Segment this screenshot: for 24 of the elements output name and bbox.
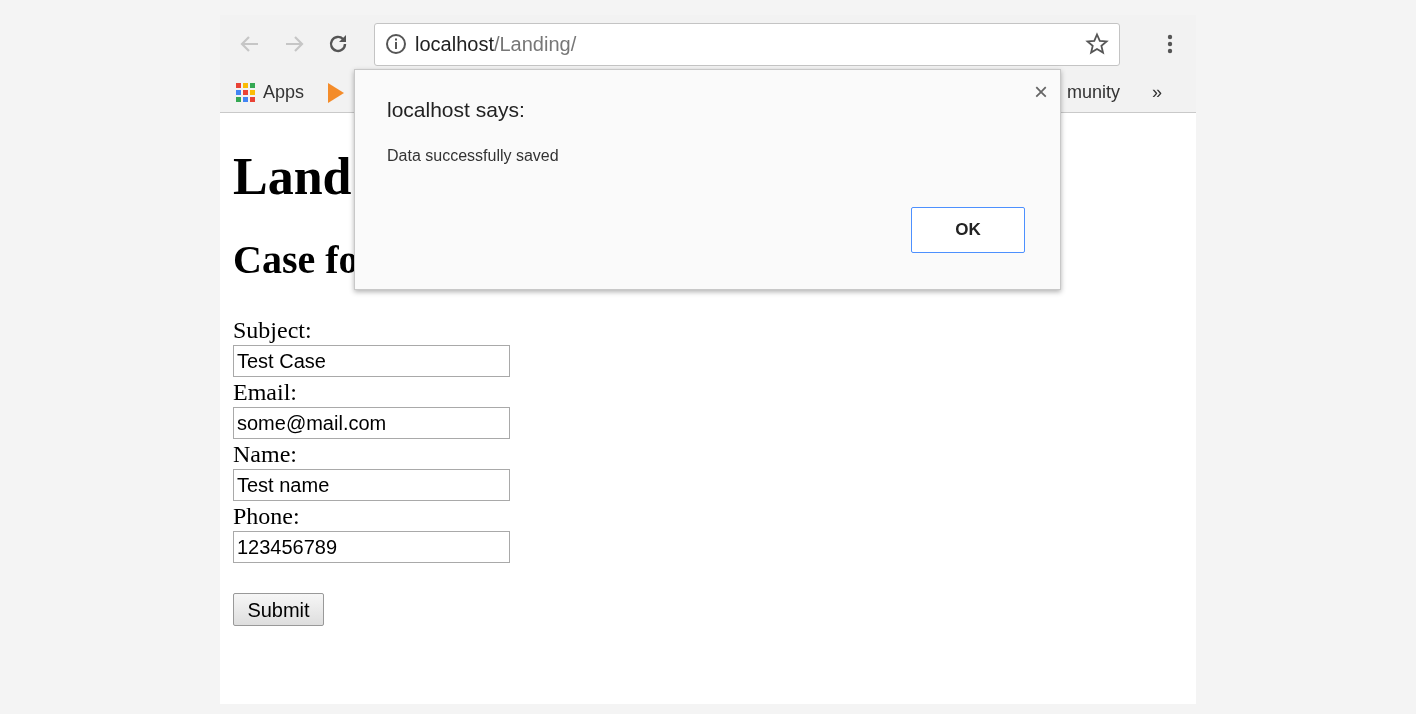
menu-icon[interactable] xyxy=(1167,33,1173,55)
dialog-message: Data successfully saved xyxy=(387,146,560,166)
field-label: Phone: xyxy=(233,502,300,531)
apps-grid-icon[interactable] xyxy=(236,83,255,102)
bookmark-link[interactable]: munity xyxy=(1066,79,1120,106)
star-icon[interactable] xyxy=(1085,32,1109,56)
url-text: localhost/Landing/ xyxy=(415,32,578,57)
ok-button[interactable]: OK xyxy=(911,207,1025,253)
page-heading: Land xyxy=(233,147,352,207)
address-bar[interactable]: localhost/Landing/ xyxy=(374,22,1120,66)
bookmarks-overflow-button[interactable]: » xyxy=(1152,79,1162,106)
input-field[interactable]: 123456789 xyxy=(233,531,510,563)
reload-icon[interactable] xyxy=(327,33,349,55)
dialog-title: localhost says: xyxy=(387,97,526,123)
close-button[interactable]: × xyxy=(1034,78,1048,106)
field-label: Email: xyxy=(233,378,297,407)
info-icon[interactable] xyxy=(385,33,407,55)
input-field[interactable]: Test name xyxy=(233,469,510,501)
field-label: Name: xyxy=(233,440,297,469)
input-field[interactable]: Test Case xyxy=(233,345,510,377)
input-field[interactable]: some@mail.com xyxy=(233,407,510,439)
bookmark-link[interactable]: Apps xyxy=(263,79,305,106)
field-label: Subject: xyxy=(233,316,312,345)
submit-button[interactable]: Submit xyxy=(233,593,324,626)
